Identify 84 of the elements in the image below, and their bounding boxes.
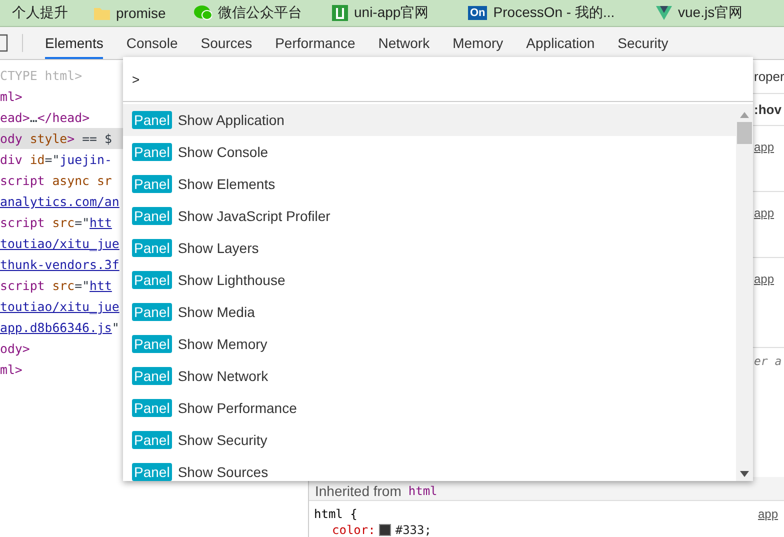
- styles-text: er a: [754, 354, 783, 368]
- command-item[interactable]: Panel Show Performance: [123, 392, 736, 424]
- command-item[interactable]: Panel Show Application: [123, 104, 736, 136]
- dom-node-line[interactable]: app.d8b66346.js": [0, 320, 120, 335]
- bookmark-link[interactable]: 个人提升: [12, 4, 68, 22]
- vue-logo-icon: [656, 6, 672, 20]
- command-label: Show Media: [178, 304, 255, 320]
- scrollbar[interactable]: [736, 104, 753, 481]
- command-label: Show JavaScript Profiler: [178, 208, 330, 224]
- command-item[interactable]: Panel Show Network: [123, 360, 736, 392]
- command-label: Show Elements: [178, 176, 276, 192]
- command-label: Show Memory: [178, 336, 268, 352]
- styles-text: app: [754, 140, 776, 154]
- styles-text: :hov: [754, 102, 782, 117]
- command-item[interactable]: Panel Show Security: [123, 424, 736, 456]
- dom-node-line[interactable]: div id="juejin-: [0, 152, 112, 167]
- panel-tag: Panel: [132, 367, 172, 385]
- panel-tag: Panel: [132, 175, 172, 193]
- command-label: Show Lighthouse: [178, 272, 286, 288]
- dom-node-line[interactable]: script src="htt: [0, 215, 112, 230]
- panel-tag: Panel: [132, 271, 172, 289]
- command-item[interactable]: Panel Show Console: [123, 136, 736, 168]
- command-label: Show Sources: [178, 464, 268, 480]
- styles-text: app: [754, 206, 776, 220]
- panel-tab[interactable]: Security: [618, 27, 668, 59]
- dom-node-line[interactable]: toutiao/xitu_jue: [0, 236, 120, 251]
- command-label: Show Application: [178, 112, 284, 128]
- panel-tag: Panel: [132, 207, 172, 225]
- bookmark-link[interactable]: uni-app官网: [354, 4, 429, 22]
- command-item[interactable]: Panel Show Lighthouse: [123, 264, 736, 296]
- panel-tag: Panel: [132, 239, 172, 257]
- dom-node-line[interactable]: script src="htt: [0, 278, 112, 293]
- command-label: Show Security: [178, 432, 268, 448]
- bookmark-link[interactable]: ProcessOn - 我的...: [493, 4, 615, 22]
- dom-node-line[interactable]: ody>: [0, 341, 30, 356]
- dom-node-line[interactable]: ml>: [0, 89, 22, 104]
- dom-node-line[interactable]: ml>: [0, 362, 22, 377]
- styles-text: app: [754, 272, 776, 286]
- css-selector: html {: [314, 507, 358, 521]
- panel-tab[interactable]: Performance: [275, 27, 356, 59]
- square-icon: [332, 5, 348, 21]
- dom-node-line[interactable]: toutiao/xitu_jue: [0, 299, 120, 314]
- source-link[interactable]: app: [758, 507, 784, 521]
- panel-tag: Panel: [132, 431, 172, 449]
- bookmark-link[interactable]: 微信公众平台: [218, 4, 302, 22]
- css-property: color:: [332, 523, 376, 537]
- panel-tab[interactable]: Network: [378, 27, 430, 59]
- command-item[interactable]: Panel Show Media: [123, 296, 736, 328]
- command-item[interactable]: Panel Show Sources: [123, 456, 736, 481]
- bookmark-link[interactable]: vue.js官网: [678, 4, 743, 22]
- panel-tab[interactable]: Sources: [200, 27, 252, 59]
- inherited-label: Inherited from: [315, 482, 402, 498]
- command-item[interactable]: Panel Show Memory: [123, 328, 736, 360]
- panel-tab[interactable]: Application: [526, 27, 595, 59]
- inspect-icon[interactable]: [0, 34, 8, 52]
- chat-bubble-icon: [194, 5, 212, 21]
- panel-tag: Panel: [132, 143, 172, 161]
- panel-tag: Panel: [132, 303, 172, 321]
- dom-node-line[interactable]: ead>…</head>: [0, 110, 90, 125]
- command-label: Show Performance: [178, 400, 297, 416]
- css-value: #333;: [395, 523, 432, 537]
- command-item[interactable]: Panel Show JavaScript Profiler: [123, 200, 736, 232]
- panel-tag: Panel: [132, 463, 172, 481]
- dom-node-line[interactable]: script async sr: [0, 173, 112, 188]
- dom-node-line[interactable]: analytics.com/an: [0, 194, 120, 209]
- command-label: Show Network: [178, 368, 268, 384]
- panel-tab[interactable]: Elements: [45, 27, 104, 59]
- command-item[interactable]: Panel Show Elements: [123, 168, 736, 200]
- color-swatch[interactable]: [379, 524, 392, 536]
- properties-tab[interactable]: roper: [754, 69, 784, 84]
- processon-logo: On: [468, 6, 488, 20]
- command-label: Show Console: [178, 144, 268, 160]
- panel-tag: Panel: [132, 335, 172, 353]
- panel-tag: Panel: [132, 111, 172, 129]
- panel-tab[interactable]: Console: [126, 27, 178, 59]
- element-link[interactable]: html: [408, 484, 438, 498]
- scroll-thumb[interactable]: [737, 122, 752, 144]
- panel-tag: Panel: [132, 399, 172, 417]
- command-label: Show Layers: [178, 240, 259, 256]
- panel-tab[interactable]: Memory: [452, 27, 504, 59]
- bookmark-link[interactable]: promise: [116, 5, 166, 21]
- command-item[interactable]: Panel Show Layers: [123, 232, 736, 264]
- folder-icon: [94, 6, 110, 20]
- dom-node-line[interactable]: thunk-vendors.3f: [0, 257, 120, 272]
